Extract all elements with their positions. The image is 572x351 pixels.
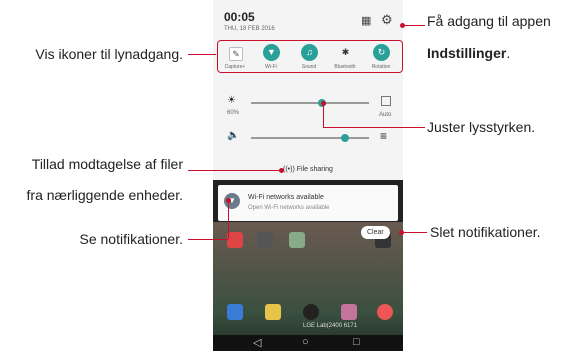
camera-app-icon[interactable] [303,304,319,320]
clear-button[interactable]: Clear [361,226,390,239]
settings-callout-period: . [506,45,511,61]
quick-access-callout: Vis ikoner til lynadgang. [35,46,183,62]
carrier-label: LGE Lab(2400 6171 [303,323,358,329]
volume-slider-knob[interactable] [341,134,350,142]
notification-subtitle: Open Wi-Fi networks available [248,205,330,211]
file-sharing-icon: ((•)) [283,166,295,173]
brightness-slider[interactable] [251,102,369,104]
gallery-app-icon[interactable] [341,304,357,320]
browser-app-icon[interactable] [377,304,393,320]
settings-callout-dot [400,23,405,28]
notifications-callout: Se notifikationer. [79,231,183,247]
file-sharing-callout-dot [279,168,284,173]
grid-icon[interactable]: ▦ [361,14,371,27]
file-sharing-callout-line [188,170,280,171]
notifications-callout-vline [228,200,229,239]
equalizer-icon[interactable]: ≡ [380,129,387,143]
messages-app-icon[interactable] [265,304,281,320]
home-app-icon[interactable] [227,232,243,248]
settings-callout-line2: Indstillinger. [427,44,510,62]
brightness-percent: 60% [227,110,240,116]
volume-icon: 🔈 [227,130,240,141]
back-button[interactable]: ◁ [253,336,261,349]
date-label: THU, 18 FEB 2016 [224,26,275,32]
home-app-icon[interactable] [289,232,305,248]
home-screen-background: Clear LGE Lab(2400 6171 [213,222,403,351]
phone-app-icon[interactable] [227,304,243,320]
quick-access-bracket [217,40,403,73]
notification-title: Wi-Fi networks available [248,194,324,201]
notifications-callout-line [188,239,228,240]
clock-time: 00:05 [224,10,255,24]
auto-checkbox[interactable] [381,96,391,106]
file-sharing-label: File sharing [296,166,333,173]
brightness-callout-vline [323,104,324,128]
settings-callout-line1: Få adgang til appen [427,13,551,29]
quick-access-callout-line [188,54,216,55]
brightness-callout: Juster lysstyrken. [427,119,536,135]
file-sharing-button[interactable]: ((•)) File sharing [283,166,333,173]
clear-callout-dot [399,230,404,235]
notifications-callout-dot [226,198,231,203]
recent-apps-button[interactable]: □ [353,336,360,348]
brightness-callout-line [323,127,425,128]
brightness-callout-dot [321,101,326,106]
file-sharing-callout-line2: fra nærliggende enheder. [26,187,183,203]
notification-panel: 00:05 THU, 18 FEB 2016 ▦ ⚙ ✎ ▼ ♫ ✱ ↻ Cap… [213,0,403,180]
navigation-bar: ◁ ○ □ [213,335,403,351]
home-button[interactable]: ○ [302,336,309,348]
file-sharing-callout-line1: Tillad modtagelse af filer [31,156,183,172]
auto-label: Auto [379,112,392,118]
settings-gear-icon[interactable]: ⚙ [381,12,393,28]
brightness-icon: ☀ [227,95,236,106]
home-app-icon[interactable] [257,232,273,248]
clear-callout: Slet notifikationer. [430,224,541,240]
volume-slider[interactable] [251,137,369,139]
clear-callout-line [402,232,427,233]
settings-app-name: Indstillinger [427,45,507,61]
settings-callout-line [403,25,425,26]
wifi-notification[interactable]: ▼ Wi-Fi networks available Open Wi-Fi ne… [218,185,398,221]
